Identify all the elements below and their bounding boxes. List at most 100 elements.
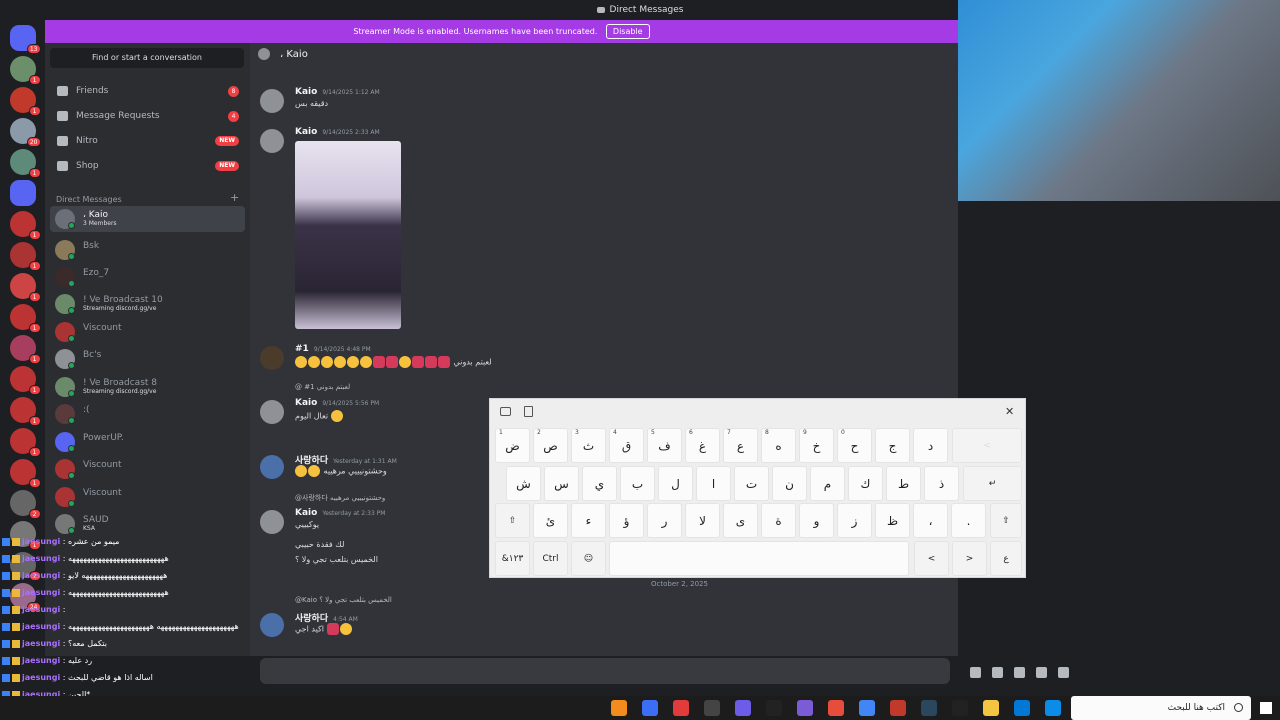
key[interactable]: ق4 <box>609 428 644 463</box>
keyboard-close-button[interactable]: ✕ <box>1005 405 1014 418</box>
taskbar-search[interactable]: اكتب هنا للبحث <box>1071 696 1251 720</box>
key[interactable]: خ9 <box>799 428 834 463</box>
backspace-key[interactable]: < <box>952 428 1022 463</box>
key[interactable]: ي <box>582 466 617 501</box>
key[interactable]: ذ <box>924 466 959 501</box>
keyboard-settings-icon[interactable] <box>500 407 511 416</box>
dm-item[interactable]: ، Kaio 3 Members <box>50 206 245 232</box>
emoji-key[interactable]: ☺ <box>571 541 606 576</box>
server-icon[interactable]: 1 <box>9 335 41 364</box>
folder-icon[interactable] <box>983 700 999 716</box>
right-arrow-key[interactable]: > <box>952 541 987 576</box>
server-icon[interactable]: 1 <box>9 87 41 116</box>
key[interactable]: ب <box>620 466 655 501</box>
language-key[interactable]: ع <box>990 541 1022 576</box>
key[interactable]: ا <box>696 466 731 501</box>
app-icon[interactable] <box>797 700 813 716</box>
dm-item[interactable]: :( <box>50 401 245 427</box>
emoji-icon[interactable] <box>1036 667 1047 678</box>
discord-icon[interactable] <box>735 700 751 716</box>
server-icon[interactable]: 1 <box>9 428 41 457</box>
nav-nitro[interactable]: Nitro NEW <box>51 130 245 152</box>
dm-item[interactable]: Ezo_7 <box>50 264 245 290</box>
find-conversation-input[interactable]: Find or start a conversation <box>50 48 244 68</box>
gift-icon[interactable] <box>970 667 981 678</box>
message-author[interactable]: Kaio 9/14/2025 2:33 AM <box>295 127 380 137</box>
key[interactable]: ج <box>875 428 910 463</box>
space-key[interactable] <box>609 541 909 576</box>
chrome-icon[interactable] <box>859 700 875 716</box>
key[interactable]: غ6 <box>685 428 720 463</box>
store-icon[interactable] <box>828 700 844 716</box>
app-icon[interactable] <box>890 700 906 716</box>
dm-item[interactable]: Bc's <box>50 346 245 372</box>
message-author[interactable]: #1 9/14/2025 4:48 PM <box>295 344 371 354</box>
message-author[interactable]: Kaio 9/14/2025 5:56 PM <box>295 398 379 408</box>
sticker-icon[interactable] <box>1014 667 1025 678</box>
game-icon[interactable] <box>1058 667 1069 678</box>
key[interactable]: د <box>913 428 948 463</box>
gif-icon[interactable] <box>992 667 1003 678</box>
key[interactable]: ، <box>913 503 948 538</box>
left-arrow-key[interactable]: < <box>914 541 949 576</box>
windows-start-icon[interactable] <box>1260 702 1272 714</box>
server-icon[interactable] <box>9 180 36 206</box>
numbers-key[interactable]: &١٢٣ <box>495 541 530 576</box>
message-author[interactable]: Kaio 9/14/2025 1:12 AM <box>295 87 380 97</box>
create-dm-button[interactable]: + <box>230 191 239 204</box>
dm-item[interactable]: Viscount <box>50 319 245 345</box>
key[interactable]: م <box>810 466 845 501</box>
key[interactable]: ع7 <box>723 428 758 463</box>
key[interactable]: ظ <box>875 503 910 538</box>
key[interactable]: ش <box>506 466 541 501</box>
disable-button[interactable]: Disable <box>605 24 650 39</box>
dm-item[interactable]: Bsk <box>50 237 245 263</box>
key[interactable]: ئ <box>533 503 568 538</box>
key[interactable]: ن <box>772 466 807 501</box>
server-icon[interactable]: 1 <box>9 149 41 178</box>
key[interactable]: ف5 <box>647 428 682 463</box>
nav-friends[interactable]: Friends 8 <box>51 80 245 102</box>
key[interactable]: ز <box>837 503 872 538</box>
key[interactable]: ث3 <box>571 428 606 463</box>
key[interactable]: ل <box>658 466 693 501</box>
message-author[interactable]: Kaio Yesterday at 2:33 PM <box>295 508 385 518</box>
key[interactable]: و <box>799 503 834 538</box>
key[interactable]: ض1 <box>495 428 530 463</box>
server-icon[interactable]: 1 <box>9 211 41 240</box>
app-icon[interactable] <box>704 700 720 716</box>
dm-item[interactable]: PowerUP. <box>50 429 245 455</box>
dm-item[interactable]: ! Ve Broadcast 8 Streaming discord.gg/ve <box>50 374 245 400</box>
key[interactable]: ه8 <box>761 428 796 463</box>
server-icon[interactable]: 1 <box>9 304 41 333</box>
key[interactable]: ك <box>848 466 883 501</box>
steam-icon[interactable] <box>921 700 937 716</box>
key[interactable]: ى <box>723 503 758 538</box>
key[interactable]: ح0 <box>837 428 872 463</box>
overwatch-icon[interactable] <box>611 700 627 716</box>
dm-item[interactable]: Viscount <box>50 456 245 482</box>
key[interactable]: ط <box>886 466 921 501</box>
key[interactable]: ء <box>571 503 606 538</box>
server-icon[interactable]: 13 <box>9 25 41 54</box>
key[interactable]: لا <box>685 503 720 538</box>
server-icon[interactable]: 2 <box>9 490 41 519</box>
key[interactable]: ت <box>734 466 769 501</box>
key[interactable]: ص2 <box>533 428 568 463</box>
server-icon[interactable]: 1 <box>9 273 41 302</box>
app-icon[interactable] <box>952 700 968 716</box>
shift-key[interactable]: ⇧ <box>990 503 1022 538</box>
ctrl-key[interactable]: Ctrl <box>533 541 568 576</box>
app-icon[interactable] <box>766 700 782 716</box>
nav-shop[interactable]: Shop NEW <box>51 155 245 177</box>
dm-item[interactable]: ! Ve Broadcast 10 Streaming discord.gg/ve <box>50 291 245 317</box>
edge-icon[interactable] <box>1045 700 1061 716</box>
dm-item[interactable]: Viscount <box>50 484 245 510</box>
key[interactable]: ؤ <box>609 503 644 538</box>
outlook-icon[interactable] <box>1014 700 1030 716</box>
shift-key[interactable]: ⇧ <box>495 503 530 538</box>
image-attachment[interactable] <box>295 141 401 329</box>
clipboard-icon[interactable] <box>524 406 533 417</box>
server-icon[interactable]: 1 <box>9 366 41 395</box>
key[interactable]: ة <box>761 503 796 538</box>
